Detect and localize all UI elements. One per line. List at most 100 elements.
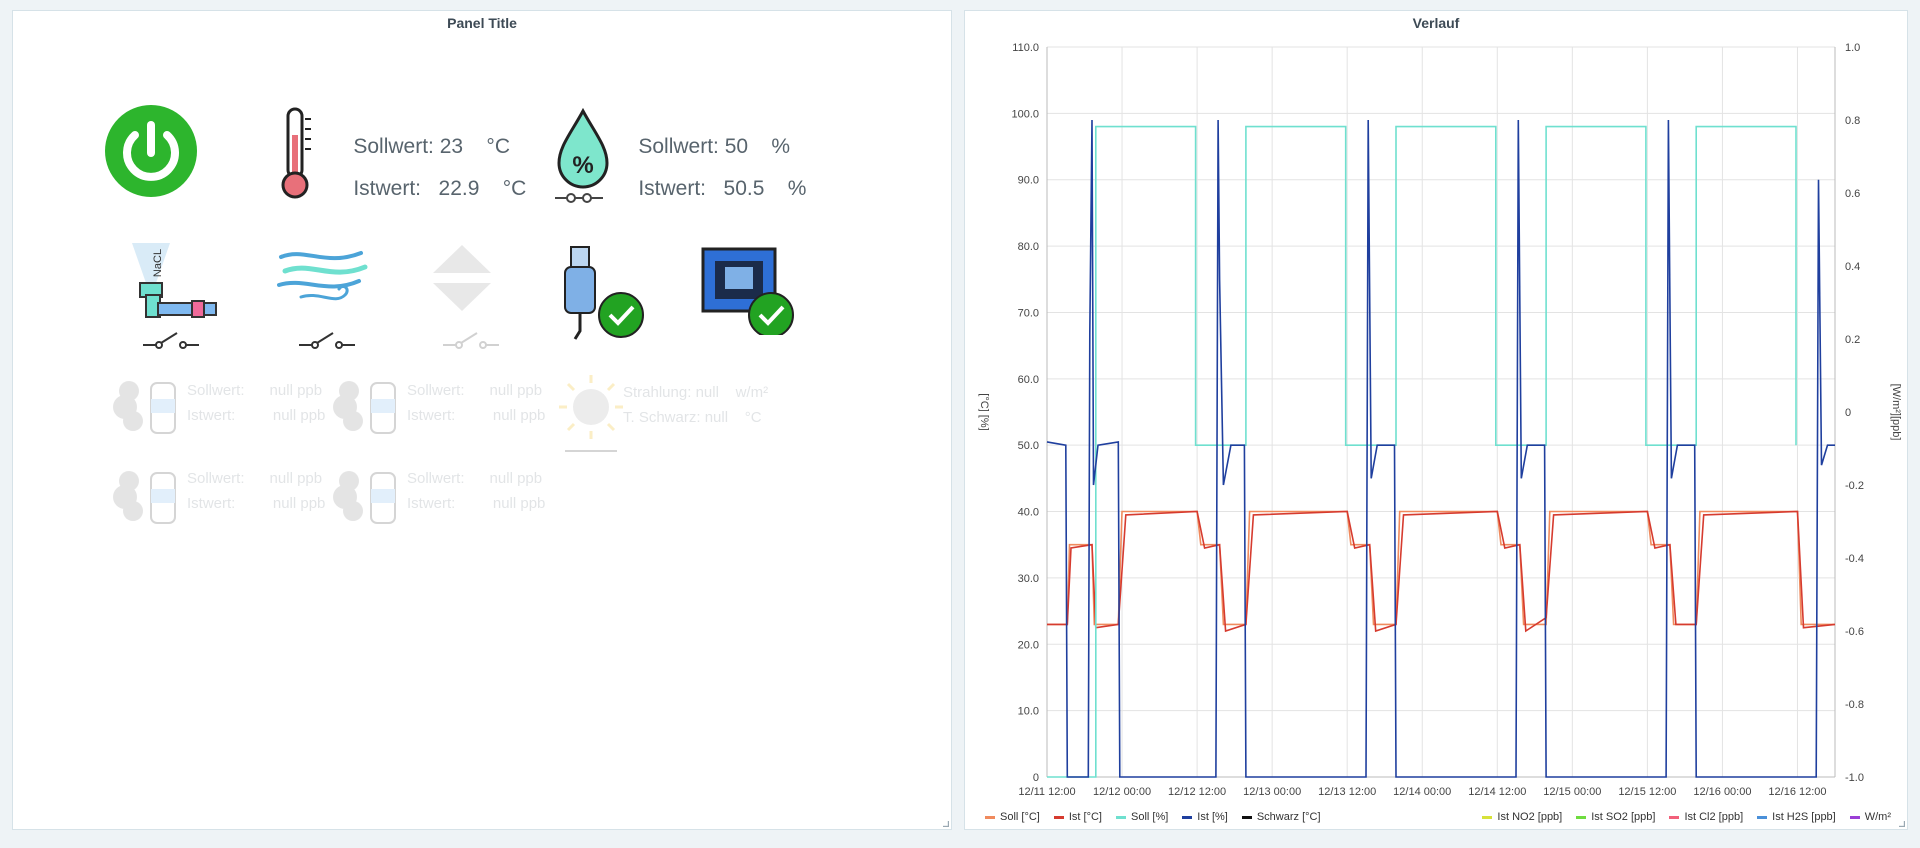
gas-actual-value: null ppb — [272, 407, 326, 424]
temp-actual-unit: °C — [502, 177, 527, 200]
strahlung-unit: w/m² — [735, 384, 769, 401]
gas-bottle-icon — [113, 381, 176, 434]
gas-setpoint-value: null ppb — [269, 470, 323, 487]
gas-setpoint-label: Sollwert: — [407, 470, 465, 487]
legend-item[interactable]: W/m² — [1849, 811, 1891, 823]
legend-right: Ist NO2 [ppb] Ist SO2 [ppb] Ist Cl2 [ppb] I… — [1482, 811, 1891, 823]
legend-swatch — [1757, 815, 1768, 819]
legend-item[interactable]: Ist H2S [ppb] — [1757, 811, 1836, 823]
up-down-arrows-icon[interactable] — [429, 241, 495, 315]
gas-actual-label: Istwert: — [407, 495, 456, 512]
svg-text:%: % — [572, 152, 593, 179]
hum-actual-label: Istwert: — [638, 177, 707, 200]
legend-left: Soll [°C] Ist [°C] Soll [%] Ist [%] Schwarz … — [985, 811, 1321, 823]
legend-swatch — [1669, 815, 1680, 819]
gas-h2s-actual: Istwert: null ppb — [407, 495, 545, 512]
legend-item[interactable]: Soll [°C] — [985, 811, 1040, 823]
legend-label: Ist [°C] — [1068, 811, 1102, 823]
y-tick-right: 0.6 — [1845, 188, 1860, 200]
y-tick-left: 70.0 — [1018, 307, 1039, 319]
legend-swatch — [1241, 815, 1252, 819]
gas-setpoint-label: Sollwert: — [187, 470, 245, 487]
salt-spray-icon[interactable]: NaCL — [118, 239, 228, 325]
legend-item[interactable]: Soll [%] — [1115, 811, 1169, 823]
legend-swatch — [1115, 815, 1126, 819]
resize-handle[interactable] — [1899, 821, 1905, 827]
wind-icon[interactable] — [275, 239, 371, 311]
x-tick: 12/15 00:00 — [1543, 786, 1601, 798]
y-tick-left: 20.0 — [1018, 639, 1039, 651]
x-tick: 12/16 00:00 — [1693, 786, 1751, 798]
y-tick-right: -0.4 — [1845, 553, 1864, 565]
x-tick: 12/13 00:00 — [1243, 786, 1301, 798]
legend-item[interactable]: Ist NO2 [ppb] — [1482, 811, 1562, 823]
y-tick-right: 0 — [1845, 407, 1851, 419]
y-tick-right: -0.2 — [1845, 480, 1864, 492]
y-tick-left: 40.0 — [1018, 507, 1039, 519]
x-tick: 12/16 12:00 — [1768, 786, 1826, 798]
legend-item[interactable]: Ist Cl2 [ppb] — [1669, 811, 1743, 823]
legend-label: Ist H2S [ppb] — [1772, 811, 1836, 823]
gas-actual-value: null ppb — [492, 407, 546, 424]
temp-actual-value: 22.9 — [438, 177, 480, 200]
switch-icon[interactable] — [295, 329, 359, 349]
legend-label: Soll [%] — [1130, 811, 1169, 823]
thermometer-icon — [281, 107, 311, 199]
y-tick-right: 1.0 — [1845, 42, 1860, 54]
legend-swatch — [1182, 815, 1193, 819]
y-tick-left: 90.0 — [1018, 175, 1039, 187]
legend-label: Soll [°C] — [1000, 811, 1040, 823]
y-tick-left: 110.0 — [1012, 42, 1039, 54]
humidity-actual: Istwert: 50.5 % — [615, 153, 806, 225]
gas-actual-label: Istwert: — [407, 407, 456, 424]
power-icon[interactable] — [103, 103, 199, 199]
legend-swatch — [1482, 815, 1493, 819]
nacl-label: NaCL — [152, 249, 164, 277]
gas-setpoint-label: Sollwert: — [187, 382, 245, 399]
gas-actual-value: null ppb — [272, 495, 326, 512]
gas-setpoint-label: Sollwert: — [407, 382, 465, 399]
temp-actual-label: Istwert: — [353, 177, 422, 200]
gas-h2s-setpoint: Sollwert: null ppb — [407, 470, 542, 487]
legend-swatch — [1053, 815, 1064, 819]
x-tick: 12/14 00:00 — [1393, 786, 1451, 798]
switch-icon[interactable] — [139, 329, 203, 349]
gas-setpoint-value: null ppb — [489, 382, 543, 399]
schwarz-unit: °C — [744, 409, 762, 426]
gas-cl2-actual: Istwert: null ppb — [187, 495, 325, 512]
status-panel: Panel Title Sollwert: 23 °C Istwert: 22.… — [12, 10, 952, 830]
legend-item[interactable]: Ist [°C] — [1053, 811, 1102, 823]
y-tick-left: 50.0 — [1018, 440, 1039, 452]
switch-icon[interactable] — [439, 329, 503, 349]
legend-label: Schwarz [°C] — [1256, 811, 1321, 823]
gas-no2-setpoint: Sollwert: null ppb — [187, 382, 322, 399]
legend-swatch — [1576, 815, 1587, 819]
hum-actual-value: 50.5 — [723, 177, 765, 200]
series-line — [1047, 510, 1836, 633]
resize-handle[interactable] — [943, 821, 949, 827]
y-tick-right: 0.2 — [1845, 334, 1860, 346]
x-tick: 12/11 12:00 — [1018, 786, 1075, 798]
x-tick: 12/12 12:00 — [1168, 786, 1226, 798]
gas-bottle-icon — [333, 381, 396, 434]
line-chart[interactable]: 0 10.0 20.0 30.0 40.0 50.0 60.0 70.0 80.0 90.0 100… — [965, 11, 1909, 801]
legend-label: Ist SO2 [ppb] — [1591, 811, 1656, 823]
black-temp-value: T. Schwarz: null °C — [623, 409, 762, 426]
switch-icon[interactable] — [551, 191, 607, 205]
y-tick-right: -1.0 — [1845, 772, 1864, 784]
legend-item[interactable]: Ist SO2 [ppb] — [1576, 811, 1655, 823]
sun-icon — [559, 375, 623, 452]
legend-swatch — [1849, 815, 1860, 819]
y-tick-right: 0.4 — [1845, 261, 1860, 273]
gas-actual-value: null ppb — [492, 495, 546, 512]
legend-item[interactable]: Ist [%] — [1182, 811, 1228, 823]
chart-panel: Verlauf 0 10.0 20.0 30.0 40.0 50.0 60.0 70.0 80.… — [964, 10, 1908, 830]
legend-label: Ist NO2 [ppb] — [1497, 811, 1563, 823]
gas-bottle-icon — [333, 471, 396, 524]
y-axis-title-right: [W/m²][ppb] — [1890, 384, 1902, 441]
gas-setpoint-value: null ppb — [489, 470, 543, 487]
legend-item[interactable]: Schwarz [°C] — [1241, 811, 1321, 823]
gas-no2-actual: Istwert: null ppb — [187, 407, 325, 424]
hum-actual-unit: % — [787, 177, 807, 200]
gas-cl2-setpoint: Sollwert: null ppb — [187, 470, 322, 487]
